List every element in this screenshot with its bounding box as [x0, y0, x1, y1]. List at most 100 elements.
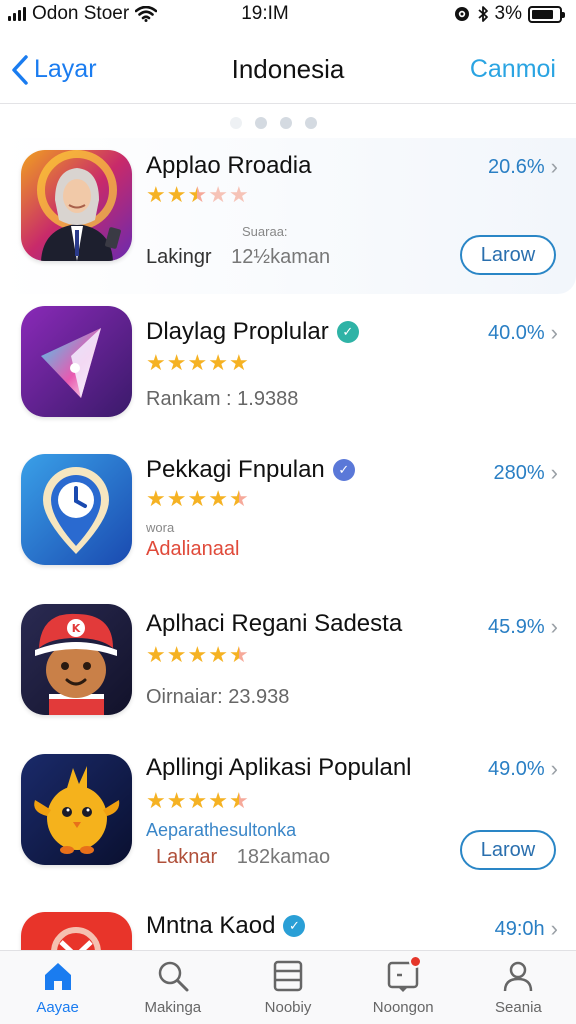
page-dot: [305, 117, 317, 129]
tab-notifications[interactable]: Noongon: [346, 951, 461, 1024]
tab-home[interactable]: Aayae: [0, 951, 115, 1024]
app-row[interactable]: Applao Rroadia ★ ★ ★ ★ ★ 20.6% › Suaraa: Lak…: [0, 138, 576, 294]
page-dot: [230, 117, 242, 129]
meta-label: Lakingr: [146, 246, 212, 268]
star-icon: ★: [208, 788, 228, 813]
page-indicator: [230, 117, 317, 129]
chevron-left-icon: [12, 54, 28, 85]
clock-pin-icon: [21, 454, 132, 565]
star-icon: ★: [228, 350, 249, 375]
star-icon: ★: [208, 182, 228, 207]
star-rating: ★ ★ ★ ★ ★: [146, 184, 249, 206]
meta-value: 12½kaman: [231, 246, 331, 268]
app-percent: 20.6% ›: [488, 154, 558, 180]
tab-label: Noobiy: [264, 999, 312, 1016]
tab-list[interactable]: Noobiy: [230, 951, 345, 1024]
star-icon: ★: [228, 486, 249, 511]
app-name: Apllingi Aplikasi Populanl: [146, 754, 412, 782]
app-name-text: Apllingi Aplikasi Populanl: [146, 754, 412, 781]
bluetooth-icon: [477, 6, 488, 22]
page-dot: [280, 117, 292, 129]
app-name-text: Mntna Kaod: [146, 912, 276, 939]
percent-value: 49:0h: [494, 917, 545, 940]
tab-bar: Aayae Makinga Noobiy Noongon Seania: [0, 950, 576, 1024]
percent-value: 20.6%: [487, 155, 545, 178]
app-meta: Lakingr 12½kaman: [146, 246, 330, 269]
app-name-text: Pekkagi Fnpulan: [146, 456, 325, 483]
percent-value: 45.9%: [487, 615, 545, 638]
meta-label: Adalianaal: [146, 538, 240, 560]
star-icon: ★: [146, 486, 166, 511]
star-icon: ★: [146, 182, 166, 207]
red-app-icon: [21, 912, 132, 950]
star-icon: ★: [228, 642, 249, 667]
chevron-right-icon: ›: [550, 614, 558, 639]
status-time: 19:IM: [241, 3, 289, 24]
app-row[interactable]: Mntna Kaod ✓ 49:0h ›: [0, 904, 576, 950]
search-icon: [156, 959, 190, 993]
percent-value: 280%: [493, 461, 545, 484]
star-rating: ★ ★ ★ ★ ★: [146, 644, 249, 666]
tab-label: Seania: [495, 999, 542, 1016]
back-button[interactable]: Layar: [10, 54, 97, 86]
app-percent: 40.0% ›: [488, 320, 558, 346]
star-icon: ★: [228, 788, 249, 813]
get-button[interactable]: Larow: [460, 830, 556, 870]
app-row[interactable]: Dlaylag Proplular ✓ ★ ★ ★ ★ ★ 40.0% › Rankam…: [0, 298, 576, 442]
nav-right-button[interactable]: Canmoi: [470, 55, 556, 84]
tab-label: Aayae: [36, 999, 79, 1016]
star-icon: ★: [208, 486, 228, 511]
app-name-text: Applao Rroadia: [146, 152, 312, 179]
abstract-arrow-icon: [21, 306, 132, 417]
meta-value: 182kamao: [236, 846, 331, 868]
app-row[interactable]: Pekkagi Fnpulan ✓ ★ ★ ★ ★ ★ 280% › wora Adal…: [0, 446, 576, 596]
app-row[interactable]: K Aplhaci Regani Sadesta ★ ★ ★ ★ ★ 45.9% › O…: [0, 600, 576, 748]
app-name: Applao Rroadia: [146, 152, 311, 180]
meta-label: Rankam : 1.9388: [146, 388, 299, 410]
app-meta: Adalianaal: [146, 538, 239, 561]
tab-search[interactable]: Makinga: [115, 951, 230, 1024]
signal-icon: [8, 7, 26, 21]
get-button[interactable]: Larow: [460, 235, 556, 275]
tab-label: Makinga: [144, 999, 202, 1016]
star-icon: ★: [187, 642, 208, 667]
percent-value: 49.0%: [487, 757, 545, 780]
app-sublabel: wora: [146, 520, 175, 535]
chevron-right-icon: ›: [550, 756, 558, 781]
app-sublabel: Aeparathesultonka: [146, 820, 297, 840]
page-dot: [255, 117, 267, 129]
notification-badge: [409, 955, 423, 968]
star-icon: ★: [187, 182, 208, 207]
star-icon: ★: [208, 350, 228, 375]
star-icon: ★: [166, 486, 187, 511]
star-icon: ★: [228, 182, 249, 207]
star-icon: ★: [146, 788, 166, 813]
meta-label: Laknar: [156, 846, 218, 868]
carrier-name: Odon Stoer: [32, 3, 130, 24]
chevron-right-icon: ›: [550, 154, 558, 179]
battery-percent: 3%: [494, 3, 522, 24]
percent-value: 40.0%: [487, 321, 545, 344]
app-name: Aplhaci Regani Sadesta: [146, 610, 402, 638]
back-label: Layar: [34, 55, 97, 83]
battery-icon: [528, 5, 565, 23]
star-icon: ★: [187, 788, 208, 813]
list-icon: [271, 959, 305, 993]
home-icon: [41, 959, 75, 993]
chevron-right-icon: ›: [550, 460, 558, 485]
app-row[interactable]: Apllingi Aplikasi Populanl ★ ★ ★ ★ ★ 49.0% ›…: [0, 750, 576, 900]
tab-profile[interactable]: Seania: [461, 951, 576, 1024]
meta-label: Oirnaiar: 23.938: [146, 686, 290, 708]
star-icon: ★: [208, 642, 228, 667]
verified-badge-icon: ✓: [336, 321, 359, 343]
profile-icon: [501, 959, 535, 993]
app-name: Dlaylag Proplular ✓: [146, 318, 359, 346]
star-icon: ★: [166, 788, 187, 813]
status-right: 3%: [362, 3, 565, 25]
app-percent: 49.0% ›: [488, 756, 558, 782]
star-rating: ★ ★ ★ ★ ★: [146, 352, 249, 374]
app-percent: 45.9% ›: [488, 614, 558, 640]
star-icon: ★: [166, 642, 187, 667]
star-icon: ★: [166, 182, 187, 207]
star-icon: ★: [187, 486, 208, 511]
